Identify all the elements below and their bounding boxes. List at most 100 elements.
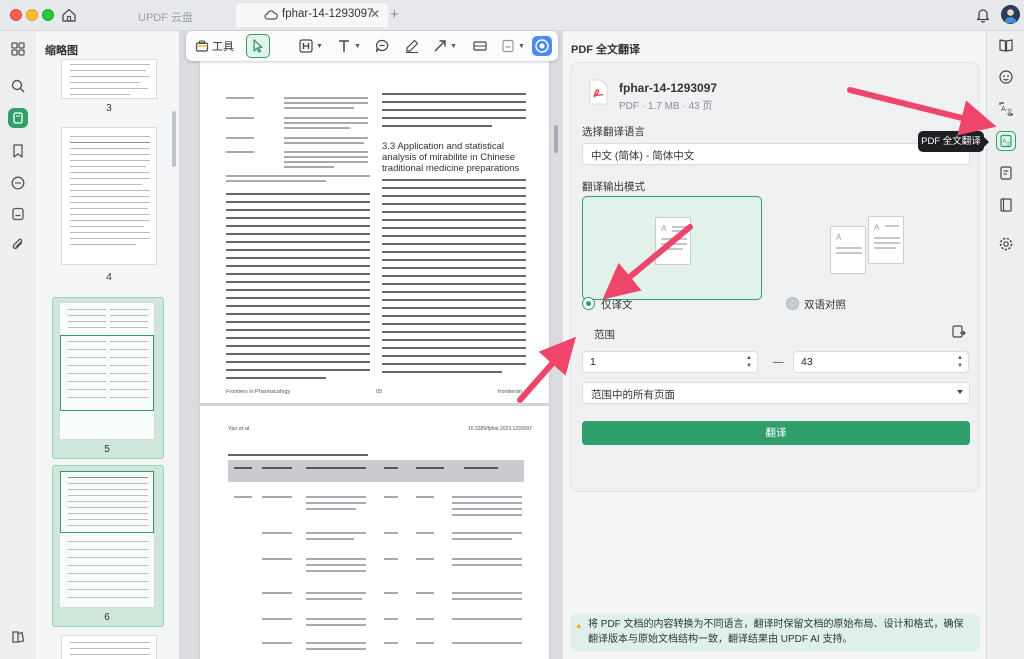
thumbnail-page-number: 5 xyxy=(104,444,110,455)
page-doi: 10.3389/fphar.2023.1293097 xyxy=(468,426,532,432)
svg-text:文: 文 xyxy=(1007,108,1013,116)
tab-cloud[interactable]: UPDF 云盘 xyxy=(138,9,193,25)
translate-icon[interactable]: A文 xyxy=(996,99,1016,119)
zoom-window-button[interactable] xyxy=(42,9,54,21)
text-box-button[interactable]: ▼ xyxy=(298,37,323,55)
page-select-icon[interactable] xyxy=(951,324,967,340)
arrow-tool-button[interactable]: ▼ xyxy=(432,37,457,55)
minimize-window-button[interactable] xyxy=(26,9,38,21)
original-doc-preview: A xyxy=(830,226,866,274)
comment-icon[interactable] xyxy=(8,173,28,193)
text-tool-button[interactable]: ▼ xyxy=(336,37,361,55)
range-end-stepper[interactable]: 43 ▲ ▼ xyxy=(793,351,969,373)
title-bar: UPDF 云盘 fphar-14-1293097 ✕ + xyxy=(0,0,1024,31)
radio-bilingual-label: 双语对照 xyxy=(804,299,846,311)
thumbnail-page-5[interactable]: 5 xyxy=(52,297,164,459)
layers-icon[interactable] xyxy=(8,627,28,647)
chevron-down-icon: ▼ xyxy=(354,42,361,50)
language-select[interactable]: 中文 (简体) - 简体中文 xyxy=(582,143,970,165)
range-start-stepper[interactable]: 1 ▲ ▼ xyxy=(582,351,758,373)
thumbnail-page-6-image xyxy=(59,470,155,608)
section-heading: 3.3 Application and statistical analysis… xyxy=(382,141,520,174)
range-separator: — xyxy=(773,356,784,368)
ai-assistant-button[interactable] xyxy=(532,36,552,56)
page-footer-site: frontiersin xyxy=(498,389,523,395)
bell-icon[interactable] xyxy=(976,7,990,23)
form-tool-button[interactable] xyxy=(472,37,488,55)
thumbnail-page-number: 3 xyxy=(106,103,112,114)
thumbnail-page-3[interactable]: 3 xyxy=(55,59,163,123)
info-note: ● 将 PDF 文档的内容转换为不同语言，翻译时保留文档的原始布局、设计和格式，… xyxy=(570,614,980,651)
avatar[interactable] xyxy=(1001,5,1020,24)
tooltip: PDF 全文翻译 xyxy=(918,131,989,152)
range-label: 范围 xyxy=(594,329,615,341)
cloud-icon xyxy=(264,10,278,20)
document-scrollbar[interactable] xyxy=(554,125,558,153)
left-rail xyxy=(0,31,36,659)
pdf-translate-icon[interactable]: A文 xyxy=(996,131,1016,151)
document-viewer[interactable]: 3.3 Application and statistical analysis… xyxy=(180,31,562,659)
mode-option-bilingual[interactable]: A A xyxy=(788,196,970,300)
search-icon[interactable] xyxy=(8,76,28,96)
thumbnail-icon[interactable] xyxy=(8,108,28,128)
pen-icon xyxy=(406,39,419,53)
highlight-tool-button[interactable] xyxy=(404,37,420,55)
range-start-value: 1 xyxy=(590,356,596,368)
settings-icon[interactable] xyxy=(996,234,1016,254)
ai-assistant-icon[interactable] xyxy=(996,67,1016,87)
range-type-select[interactable]: 范围中的所有页面 xyxy=(582,382,970,404)
toolbox-icon xyxy=(195,40,209,52)
thumbnail-scrollbar[interactable] xyxy=(172,111,176,167)
tab-document[interactable]: fphar-14-1293097 ✕ xyxy=(236,3,388,27)
range-type-value: 范围中的所有页面 xyxy=(591,389,675,401)
range-end-value: 43 xyxy=(801,356,813,368)
mode-option-translation-only[interactable]: A xyxy=(582,196,762,300)
arrow-icon xyxy=(434,40,446,52)
grid-icon[interactable] xyxy=(8,39,28,59)
stepper-arrows-icon[interactable]: ▲ ▼ xyxy=(957,354,963,370)
tools-menu-button[interactable]: 工具 xyxy=(195,37,234,55)
translated-doc-preview: A xyxy=(655,217,691,265)
thumbnail-page-7[interactable] xyxy=(55,635,163,659)
stamp-icon[interactable] xyxy=(8,204,28,224)
chevron-down-icon: ▼ xyxy=(518,42,525,50)
translated-doc-preview: A xyxy=(868,216,904,264)
chevron-down-icon: ▼ xyxy=(316,42,323,50)
stepper-arrows-icon[interactable]: ▲ ▼ xyxy=(746,354,752,370)
comment-tool-button[interactable] xyxy=(374,37,390,55)
page-footer-number: 05 xyxy=(376,389,383,395)
select-tool-button[interactable] xyxy=(246,34,270,58)
speech-bubble-icon xyxy=(375,39,389,53)
reader-icon[interactable] xyxy=(996,35,1016,55)
tools-label: 工具 xyxy=(212,41,234,53)
radio-translation-only[interactable] xyxy=(582,297,595,310)
translate-panel: PDF 全文翻译 fphar-14-1293097 PDF · 1.7 MB ·… xyxy=(562,31,986,659)
thumbnail-page-number: 6 xyxy=(104,612,110,623)
tab-document-label: fphar-14-1293097 xyxy=(282,8,374,20)
thumbnail-page-6[interactable]: 6 xyxy=(52,465,164,627)
radio-translation-only-label: 仅译文 xyxy=(601,299,633,311)
radio-bilingual[interactable] xyxy=(786,297,799,310)
close-window-button[interactable] xyxy=(10,9,22,21)
cursor-icon xyxy=(253,39,263,53)
close-tab-icon[interactable]: ✕ xyxy=(370,7,380,21)
thumbnail-page-4[interactable]: 4 xyxy=(55,127,163,293)
add-tab-button[interactable]: + xyxy=(390,6,399,23)
summary-icon[interactable] xyxy=(996,163,1016,183)
home-icon[interactable] xyxy=(61,7,77,23)
stamp-icon xyxy=(502,39,514,53)
lightbulb-icon: ● xyxy=(576,621,582,631)
book-icon[interactable] xyxy=(996,195,1016,215)
language-select-value: 中文 (简体) - 简体中文 xyxy=(591,150,695,162)
chevron-down-icon: ▼ xyxy=(450,42,457,50)
text-icon xyxy=(339,40,349,52)
thumbnail-page-7-image xyxy=(61,635,157,659)
thumbnail-page-3-image xyxy=(61,59,157,99)
attachment-icon[interactable] xyxy=(8,235,28,255)
panel-title: PDF 全文翻译 xyxy=(571,44,641,56)
translate-button[interactable]: 翻译 xyxy=(582,421,970,445)
chevron-down-icon xyxy=(957,390,963,394)
bookmark-icon[interactable] xyxy=(8,141,28,161)
info-note-text: 将 PDF 文档的内容转换为不同语言，翻译时保留文档的原始布局、设计和格式，确保… xyxy=(588,619,964,645)
stamp-tool-button[interactable]: ▼ xyxy=(500,37,525,55)
